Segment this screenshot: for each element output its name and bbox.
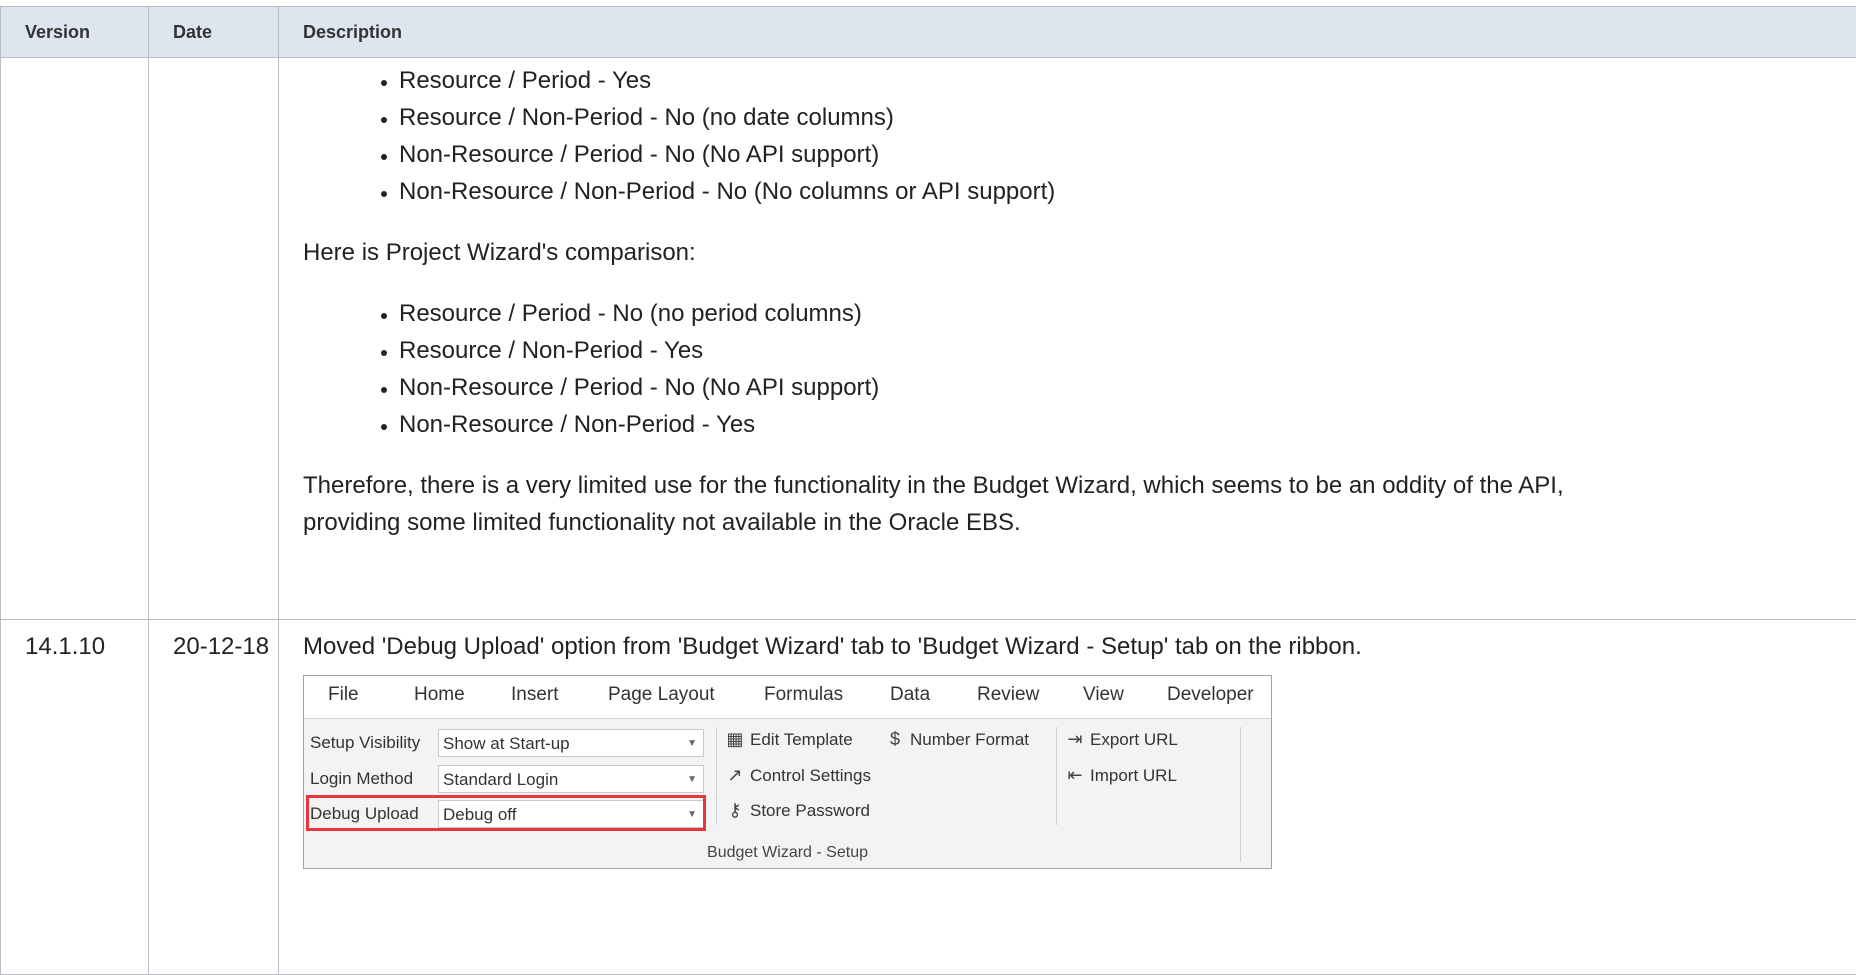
export-url-label: Export URL <box>1090 730 1178 750</box>
ribbon-screenshot: File Home Insert Page Layout Formulas Da… <box>303 675 1272 869</box>
list-item: Resource / Non-Period - No (no date colu… <box>399 99 1855 136</box>
list-item: Resource / Non-Period - Yes <box>399 332 1855 369</box>
paragraph-conclusion: Therefore, there is a very limited use f… <box>303 467 1855 541</box>
list-item: Non-Resource / Period - No (No API suppo… <box>399 369 1855 406</box>
column-header-description: Description <box>279 7 1856 58</box>
import-url-label: Import URL <box>1090 766 1177 786</box>
tab-page-layout[interactable]: Page Layout <box>608 684 715 706</box>
chevron-down-icon: ▼ <box>687 730 697 758</box>
version-cell <box>1 58 149 620</box>
export-icon: ⇥ <box>1064 729 1086 750</box>
description-cell: Resource / Period - Yes Resource / Non-P… <box>279 58 1856 620</box>
edit-template-button[interactable]: ▦ Edit Template <box>724 729 853 750</box>
number-format-label: Number Format <box>910 730 1029 750</box>
tab-formulas[interactable]: Formulas <box>764 684 843 706</box>
description-cell: Moved 'Debug Upload' option from 'Budget… <box>279 620 1856 975</box>
ribbon-group-budget-wizard-setup: Setup Visibility Show at Start-up ▼ Logi… <box>304 719 1271 868</box>
tab-file[interactable]: File <box>328 684 359 706</box>
paragraph-line: Therefore, there is a very limited use f… <box>303 472 1564 499</box>
key-icon: ⚷ <box>724 800 746 821</box>
list-item: Non-Resource / Non-Period - No (No colum… <box>399 173 1855 210</box>
group-separator <box>716 727 717 825</box>
tab-home[interactable]: Home <box>414 684 465 706</box>
chevron-down-icon: ▼ <box>687 766 697 794</box>
ribbon-tab-bar: File Home Insert Page Layout Formulas Da… <box>304 676 1271 719</box>
setup-visibility-value: Show at Start-up <box>443 734 570 753</box>
tab-view[interactable]: View <box>1083 684 1124 706</box>
wrench-icon: ↗ <box>724 765 746 786</box>
store-password-label: Store Password <box>750 801 870 821</box>
login-method-select[interactable]: Standard Login ▼ <box>438 765 704 793</box>
list-item: Non-Resource / Period - No (No API suppo… <box>399 136 1855 173</box>
bullet-list-project-wizard: Resource / Period - No (no period column… <box>303 295 1855 443</box>
control-settings-button[interactable]: ↗ Control Settings <box>724 765 871 786</box>
date-cell: 20-12-18 <box>149 620 279 975</box>
date-cell <box>149 58 279 620</box>
paragraph-line: providing some limited functionality not… <box>303 509 1021 536</box>
import-icon: ⇤ <box>1064 765 1086 786</box>
bullet-list-budget-wizard: Resource / Period - Yes Resource / Non-P… <box>303 62 1855 210</box>
setup-visibility-select[interactable]: Show at Start-up ▼ <box>438 729 704 757</box>
number-format-button[interactable]: $ Number Format <box>884 729 1029 750</box>
version-cell: 14.1.10 <box>1 620 149 975</box>
table-row: 14.1.10 20-12-18 Moved 'Debug Upload' op… <box>1 620 1856 975</box>
ribbon-group-label: Budget Wizard - Setup <box>304 844 1271 862</box>
group-separator <box>1056 727 1057 825</box>
list-item: Resource / Period - No (no period column… <box>399 295 1855 332</box>
column-header-version: Version <box>1 7 149 58</box>
release-notes-table: Version Date Description Resource / Peri… <box>0 6 1856 975</box>
export-url-button[interactable]: ⇥ Export URL <box>1064 729 1178 750</box>
control-settings-label: Control Settings <box>750 766 871 786</box>
debug-upload-highlight-box <box>306 795 706 831</box>
table-header-row: Version Date Description <box>1 7 1856 58</box>
dollar-icon: $ <box>884 729 906 750</box>
description-text: Moved 'Debug Upload' option from 'Budget… <box>303 633 1855 661</box>
table-row: Resource / Period - Yes Resource / Non-P… <box>1 58 1856 620</box>
edit-template-label: Edit Template <box>750 730 853 750</box>
tab-insert[interactable]: Insert <box>511 684 559 706</box>
setup-visibility-label: Setup Visibility <box>310 733 420 753</box>
column-header-date: Date <box>149 7 279 58</box>
tab-developer[interactable]: Developer <box>1167 684 1254 706</box>
import-url-button[interactable]: ⇤ Import URL <box>1064 765 1177 786</box>
template-icon: ▦ <box>724 729 746 750</box>
list-item: Non-Resource / Non-Period - Yes <box>399 406 1855 443</box>
login-method-label: Login Method <box>310 769 413 789</box>
paragraph-comparison: Here is Project Wizard's comparison: <box>303 234 1855 271</box>
tab-data[interactable]: Data <box>890 684 930 706</box>
group-separator <box>1240 727 1241 862</box>
store-password-button[interactable]: ⚷ Store Password <box>724 800 870 821</box>
list-item: Resource / Period - Yes <box>399 62 1855 99</box>
login-method-value: Standard Login <box>443 770 558 789</box>
tab-review[interactable]: Review <box>977 684 1039 706</box>
